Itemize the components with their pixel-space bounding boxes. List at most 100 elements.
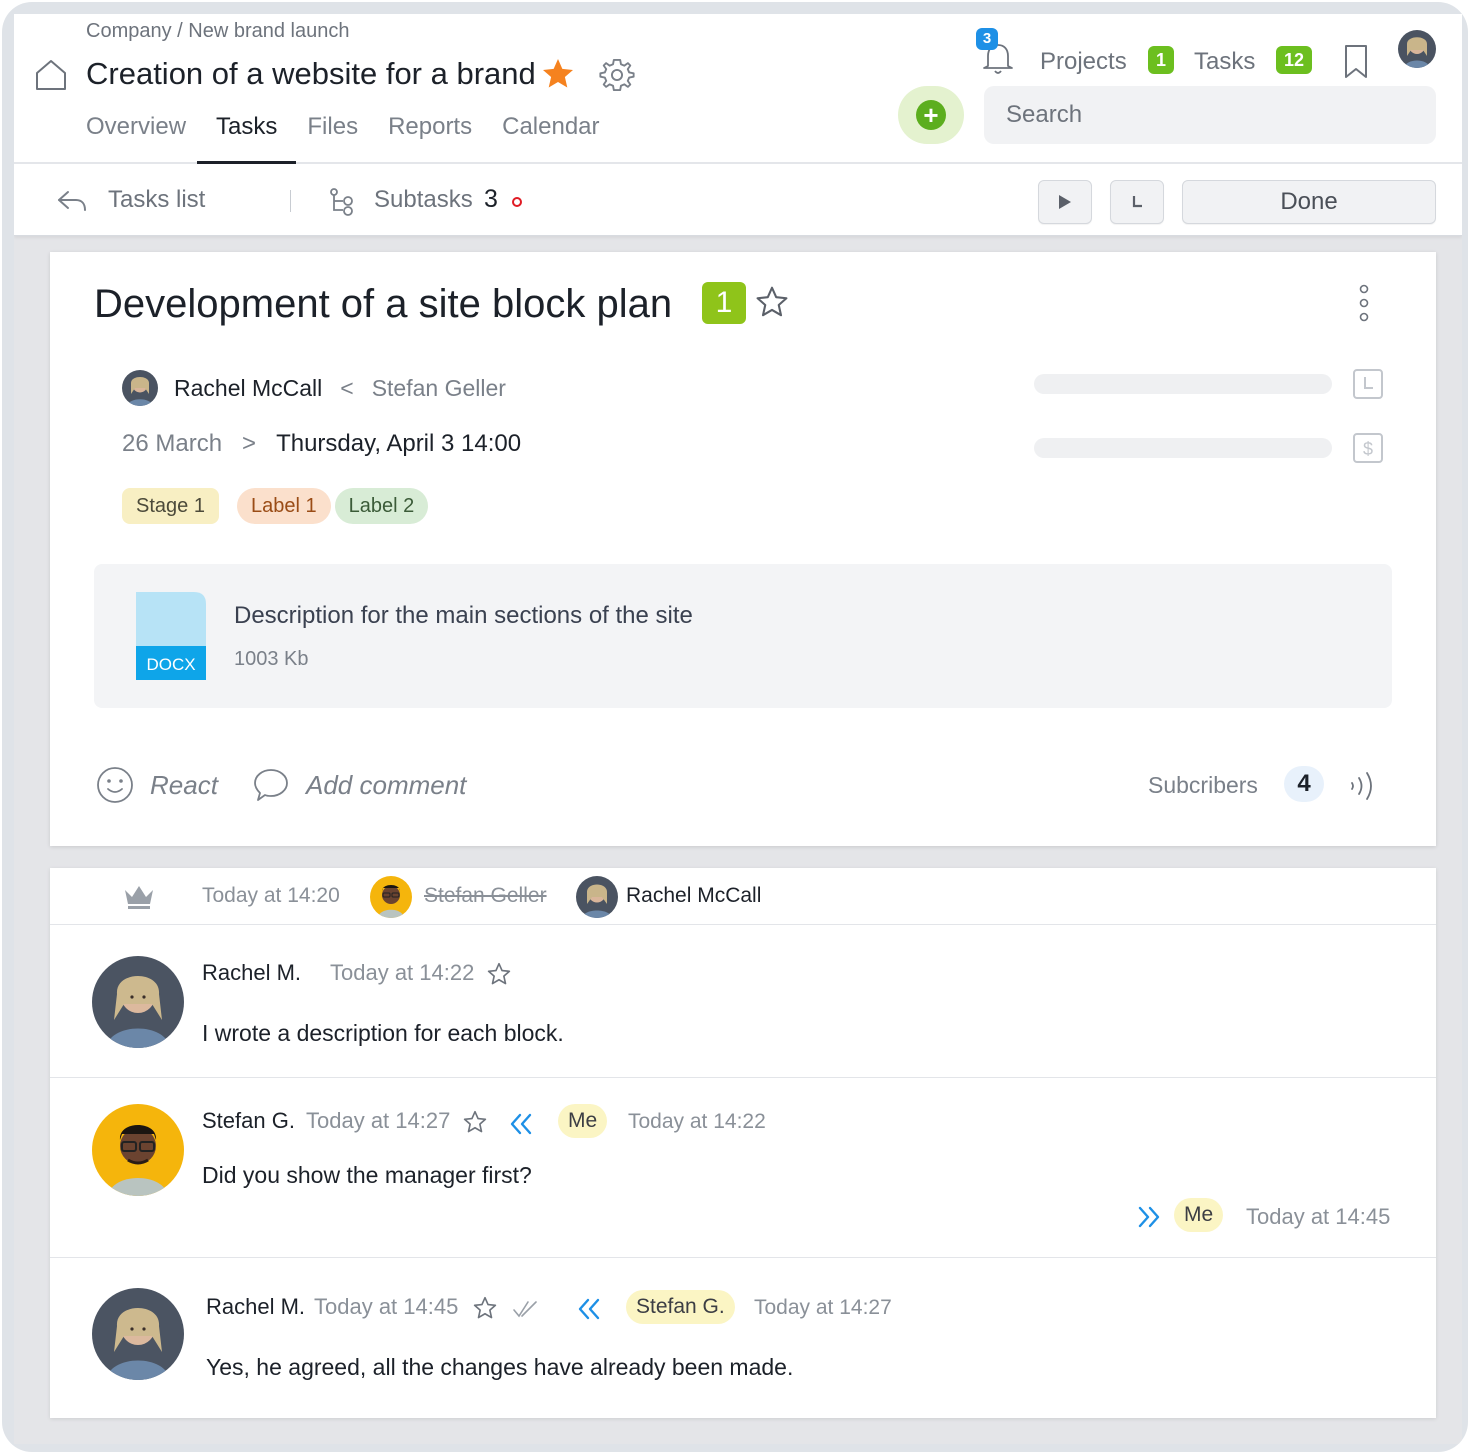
app-frame: Company / New brand launch Creation of a… xyxy=(2,2,1468,1452)
activity-feed: Today at 14:20 Stefan Geller Rachel McCa… xyxy=(50,868,1436,1418)
add-button[interactable]: + xyxy=(898,86,964,144)
app-window: Company / New brand launch Creation of a… xyxy=(14,14,1462,1444)
tab-files[interactable]: Files xyxy=(292,112,373,162)
projects-link[interactable]: Projects xyxy=(1040,48,1127,76)
new-assignee-avatar[interactable] xyxy=(576,876,618,918)
tab-reports[interactable]: Reports xyxy=(373,112,487,162)
label-tag[interactable]: Label 1 xyxy=(236,488,331,524)
star-outline-icon[interactable] xyxy=(754,284,790,320)
reply-to-time[interactable]: Today at 14:27 xyxy=(754,1296,892,1320)
task-card: Development of a site block plan 1 Rache… xyxy=(50,252,1436,846)
priority-badge: 1 xyxy=(702,282,746,324)
comment-author-avatar[interactable] xyxy=(92,1288,184,1380)
comment-text: Did you show the manager first? xyxy=(202,1162,532,1188)
subtasks-count: 3 xyxy=(484,185,498,213)
task-people: Rachel McCall < Stefan Geller xyxy=(122,368,506,408)
event-time: Today at 14:20 xyxy=(202,884,340,907)
dollar-icon[interactable]: $ xyxy=(1352,432,1384,464)
star-outline-icon[interactable] xyxy=(472,1295,498,1321)
home-icon[interactable] xyxy=(34,58,68,92)
forward-time[interactable]: Today at 14:45 xyxy=(1246,1204,1390,1230)
assignee-change-event: Today at 14:20 Stefan Geller Rachel McCa… xyxy=(50,868,1436,925)
reply-to-pill[interactable]: Me xyxy=(558,1104,608,1138)
notification-badge: 3 xyxy=(976,28,998,50)
comment-time: Today at 14:45 xyxy=(314,1294,459,1319)
comment-icon[interactable] xyxy=(252,766,290,804)
star-outline-icon[interactable] xyxy=(486,961,512,987)
comment-author[interactable]: Stefan G. xyxy=(202,1108,295,1134)
task-dates: 26 March > Thursday, April 3 14:00 xyxy=(122,430,521,458)
tasks-count-badge: 12 xyxy=(1276,46,1312,74)
smile-icon[interactable] xyxy=(96,766,134,804)
comment-item: Rachel M. Today at 14:45 Stefan G. Today… xyxy=(50,1258,1436,1418)
star-outline-icon[interactable] xyxy=(462,1109,488,1135)
previous-assignee-name[interactable]: Stefan Geller xyxy=(424,884,547,908)
forward-to-pill[interactable]: Me xyxy=(1174,1198,1224,1232)
tab-tasks[interactable]: Tasks xyxy=(197,112,297,164)
back-arrow-icon[interactable] xyxy=(54,186,88,216)
attachment-size: 1003 Kb xyxy=(234,648,309,670)
reply-to-time[interactable]: Today at 14:22 xyxy=(628,1110,766,1134)
clock-icon xyxy=(1132,196,1142,208)
previous-assignee-avatar[interactable] xyxy=(370,876,412,918)
assignee-name[interactable]: Rachel McCall xyxy=(174,375,322,402)
start-date[interactable]: 26 March xyxy=(122,430,222,458)
clock-icon[interactable] xyxy=(1352,368,1384,400)
project-tabs: Overview Tasks Files Reports Calendar xyxy=(86,112,615,164)
reply-arrows-icon[interactable] xyxy=(508,1111,534,1137)
assignee-avatar[interactable] xyxy=(122,370,158,406)
budget-progress-bar xyxy=(1034,438,1332,458)
time-progress-bar xyxy=(1034,374,1332,394)
add-comment-button[interactable]: Add comment xyxy=(306,770,466,801)
attachment[interactable]: DOCX Description for the main sections o… xyxy=(94,564,1392,708)
start-timer-button[interactable] xyxy=(1038,180,1092,224)
tasks-list-link[interactable]: Tasks list xyxy=(108,186,205,214)
react-button[interactable]: React xyxy=(150,770,218,801)
label-tag[interactable]: Label 2 xyxy=(334,488,429,524)
breadcrumb[interactable]: Company / New brand launch xyxy=(86,20,349,43)
comment-author[interactable]: Rachel M. xyxy=(202,960,301,986)
search-input[interactable] xyxy=(984,86,1436,144)
done-button[interactable]: Done xyxy=(1182,180,1436,224)
crown-icon xyxy=(125,886,153,909)
forward-arrows-icon[interactable] xyxy=(1136,1204,1162,1230)
unread-indicator xyxy=(512,197,522,207)
subtasks-link[interactable]: Subtasks xyxy=(374,186,473,214)
sound-icon[interactable] xyxy=(1346,768,1382,804)
comment-text: I wrote a description for each block. xyxy=(202,1020,564,1046)
comment-author-avatar[interactable] xyxy=(92,1104,184,1196)
attachment-name[interactable]: Description for the main sections of the… xyxy=(234,602,693,630)
due-date[interactable]: Thursday, April 3 14:00 xyxy=(276,430,521,458)
docx-type-label: DOCX xyxy=(146,655,195,674)
svg-text:$: $ xyxy=(1363,439,1373,459)
bookmark-icon[interactable] xyxy=(1342,44,1370,80)
user-avatar[interactable] xyxy=(1398,30,1436,68)
comment-author-avatar[interactable] xyxy=(92,956,184,1048)
tasks-link[interactable]: Tasks xyxy=(1194,48,1255,76)
reply-arrows-icon[interactable] xyxy=(576,1296,602,1322)
subscribers-label[interactable]: Subcribers xyxy=(1148,772,1258,799)
subscribers-count[interactable]: 4 xyxy=(1284,766,1324,802)
project-title: Creation of a website for a brand xyxy=(86,56,536,91)
comment-author[interactable]: Rachel M. xyxy=(206,1294,305,1320)
assigned-by-arrow: < xyxy=(340,374,354,401)
tab-calendar[interactable]: Calendar xyxy=(487,112,614,162)
new-assignee-name[interactable]: Rachel McCall xyxy=(626,884,761,908)
tab-overview[interactable]: Overview xyxy=(86,112,201,162)
more-icon[interactable] xyxy=(1354,284,1374,322)
toolbar-divider xyxy=(290,190,291,212)
gear-icon[interactable] xyxy=(598,56,636,94)
double-check-icon xyxy=(513,1301,537,1318)
comment-time: Today at 14:22 xyxy=(330,960,475,985)
docx-icon: DOCX xyxy=(136,592,206,680)
assigner-name[interactable]: Stefan Geller xyxy=(372,375,506,402)
favorite-star-icon[interactable] xyxy=(540,56,576,92)
stage-tag[interactable]: Stage 1 xyxy=(122,488,219,524)
projects-count-badge: 1 xyxy=(1148,46,1174,74)
comment-time: Today at 14:27 xyxy=(306,1108,451,1133)
comment-item: Rachel M. Today at 14:22 I wrote a descr… xyxy=(50,926,1436,1078)
time-log-button[interactable] xyxy=(1110,180,1164,224)
reply-to-pill[interactable]: Stefan G. xyxy=(626,1290,735,1324)
subtasks-icon xyxy=(330,188,353,216)
top-header: Company / New brand launch Creation of a… xyxy=(14,14,1462,164)
